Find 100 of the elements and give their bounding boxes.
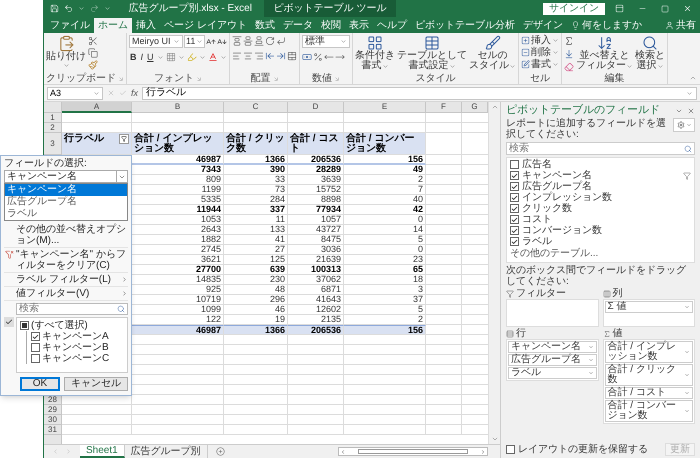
align-top-icon[interactable] — [232, 36, 242, 46]
caret-icon[interactable] — [340, 38, 347, 45]
add-sheet-icon[interactable] — [216, 447, 225, 456]
field-select[interactable]: キャンペーン名 — [4, 170, 128, 183]
empty-cell[interactable] — [224, 405, 288, 415]
checkbox[interactable] — [31, 332, 40, 341]
row-header[interactable]: 29 — [44, 405, 62, 415]
increase-indent-icon[interactable] — [276, 51, 286, 61]
column-header[interactable]: C — [224, 102, 288, 113]
empty-cell[interactable] — [224, 365, 288, 375]
caret-icon[interactable] — [156, 54, 164, 60]
checkbox[interactable] — [31, 343, 40, 352]
ribbon-tab[interactable]: デザイン — [518, 18, 567, 33]
ribbon-tab[interactable]: 校閲 — [316, 18, 345, 33]
menu-item[interactable]: ラベル フィルター(L) — [4, 273, 128, 287]
empty-cell[interactable] — [288, 365, 344, 375]
empty-cell[interactable] — [426, 335, 462, 345]
field-chip[interactable]: 合計 / インプレッション数 — [604, 341, 693, 363]
field-list-item[interactable]: キャンペーン名 — [510, 170, 691, 181]
field-chip[interactable]: 合計 / コンバージョン数 — [604, 400, 693, 422]
ribbon-tab[interactable]: 表示 — [344, 18, 373, 33]
sheet-tab[interactable]: 広告グループ別 — [124, 445, 208, 458]
filter-list-item[interactable]: キャンペーンC — [31, 353, 124, 364]
checkbox[interactable] — [510, 171, 519, 180]
dropdown-option[interactable]: 広告グループ名 — [5, 196, 127, 208]
empty-cell[interactable] — [344, 405, 426, 415]
fill-icon[interactable] — [564, 49, 574, 59]
empty-cell[interactable] — [426, 375, 462, 385]
ribbon-tab[interactable]: データ — [278, 18, 317, 33]
copy-icon[interactable] — [88, 48, 98, 58]
cancel-button[interactable]: キャンセル — [64, 377, 128, 391]
row-header[interactable]: 31 — [44, 425, 62, 435]
tell-me-button[interactable]: 何をしますか — [570, 18, 642, 33]
ribbon-tab[interactable]: ヘルプ — [372, 18, 411, 33]
scroll-left-icon[interactable] — [52, 448, 59, 455]
field-list-item[interactable]: ラベル — [510, 236, 691, 247]
scroll-right-icon[interactable] — [65, 448, 72, 455]
caret-icon[interactable] — [509, 62, 516, 70]
row-header[interactable]: 3 — [44, 133, 62, 155]
launcher-icon[interactable] — [118, 76, 124, 82]
field-list-item[interactable]: インプレッション数 — [510, 192, 691, 203]
empty-cell[interactable] — [288, 395, 344, 405]
empty-cell[interactable] — [426, 305, 462, 315]
empty-cell[interactable] — [288, 415, 344, 425]
empty-cell[interactable] — [344, 365, 426, 375]
empty-cell[interactable] — [288, 385, 344, 395]
cells-button[interactable]: 削除 — [521, 47, 559, 58]
sheet-tab[interactable]: Sheet1 — [80, 445, 125, 458]
empty-cell[interactable] — [426, 235, 462, 245]
font-name-field[interactable]: Meiryo UI — [129, 35, 183, 48]
empty-cell[interactable] — [132, 405, 224, 415]
cancel-icon[interactable] — [107, 89, 115, 97]
dropdown-option[interactable]: ラベル — [5, 208, 127, 220]
empty-cell[interactable] — [426, 355, 462, 365]
caret-icon[interactable] — [62, 62, 70, 69]
decrease-indent-icon[interactable] — [265, 51, 275, 61]
empty-cell[interactable] — [426, 165, 462, 175]
table-format-button[interactable]: テーブルとして 書式設定 — [397, 35, 467, 71]
font-color-icon[interactable] — [208, 52, 218, 62]
checkbox[interactable] — [506, 445, 515, 454]
empty-cell[interactable] — [344, 425, 426, 435]
maximize-icon[interactable] — [661, 4, 669, 12]
field-chip[interactable]: 広告グループ名 — [508, 354, 596, 366]
field-list-item[interactable]: 広告グループ名 — [510, 181, 691, 192]
empty-cell[interactable] — [426, 245, 462, 255]
bold-button[interactable]: B — [129, 52, 138, 62]
caret-icon[interactable] — [196, 38, 203, 45]
empty-cell[interactable] — [344, 355, 426, 365]
ribbon-tab[interactable]: 数式 — [250, 18, 279, 33]
row-header[interactable]: 28 — [44, 395, 62, 405]
empty-cell[interactable] — [426, 385, 462, 395]
ok-button[interactable]: OK — [20, 377, 60, 391]
drop-area[interactable]: Σ 値 — [602, 299, 695, 327]
caret-icon[interactable] — [93, 90, 100, 96]
caret-icon[interactable] — [656, 62, 664, 70]
empty-cell[interactable] — [224, 385, 288, 395]
row-header[interactable]: 30 — [44, 415, 62, 425]
checkbox[interactable] — [20, 321, 29, 330]
empty-cell[interactable] — [426, 295, 462, 305]
undo-icon[interactable] — [64, 4, 73, 13]
align-left-icon[interactable] — [232, 51, 242, 61]
borders-icon[interactable] — [166, 52, 176, 62]
paste-button[interactable]: 貼り付け — [46, 35, 86, 69]
checkbox[interactable] — [510, 215, 519, 224]
empty-cell[interactable] — [288, 355, 344, 365]
empty-cell[interactable] — [426, 195, 462, 205]
column-header[interactable]: A — [62, 102, 132, 113]
dropdown-option[interactable]: キャンペーン名 — [5, 184, 127, 196]
checkbox[interactable] — [510, 193, 519, 202]
orientation-icon[interactable] — [265, 36, 275, 46]
scissors-icon[interactable] — [88, 36, 98, 46]
formula-field[interactable]: 行ラベル — [142, 86, 697, 100]
filter-list-item[interactable]: (すべて選択) — [20, 320, 124, 331]
empty-cell[interactable] — [426, 285, 462, 295]
percent-icon[interactable] — [313, 52, 323, 62]
settings-button[interactable] — [673, 118, 695, 132]
caret-icon[interactable] — [626, 62, 633, 70]
empty-cell[interactable] — [426, 123, 462, 133]
sum-icon[interactable] — [564, 36, 574, 46]
enter-icon[interactable] — [119, 89, 127, 97]
